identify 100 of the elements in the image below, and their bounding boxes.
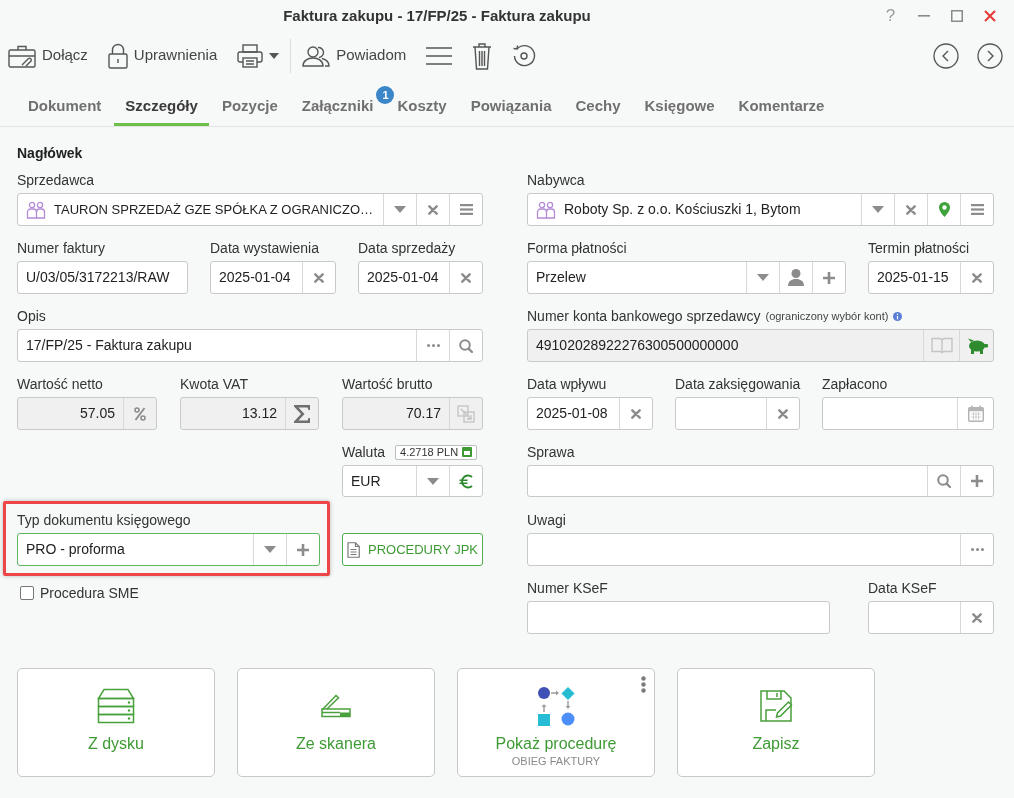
flowchart-icon [537,686,575,726]
chevron-left-icon [933,42,959,69]
paid-date-label: Zapłacono [822,375,889,394]
plus-icon [297,543,309,556]
previous-button[interactable] [933,42,959,69]
more-icon [970,548,984,551]
receipt-date-field[interactable]: 2025-01-08 [527,397,653,430]
payment-due-label: Termin płatności [868,239,971,258]
gross-value-label: Wartość brutto [342,375,434,394]
paid-date-field[interactable] [822,397,994,430]
notify-button[interactable]: Powiadom [302,44,407,67]
sigma-icon [294,404,310,423]
maximize-icon [950,10,963,22]
issue-date-field[interactable]: 2025-01-04 [210,261,336,294]
printer-icon [237,43,264,68]
people-icon [536,200,556,219]
people-icon [302,44,331,67]
map-pin-icon [938,202,950,217]
checkbox[interactable] [20,586,34,600]
seller-label: Sprzedawca [17,171,96,190]
tab[interactable]: Powiązania [459,90,563,126]
clear-icon [314,272,324,283]
people-icon [26,200,46,219]
trash-icon [472,41,493,70]
buyer-field[interactable]: Roboty Sp. z o.o. Kościuszki 1, Bytom [527,193,994,226]
caret-icon [872,206,884,213]
net-value-label: Wartość netto [17,375,104,394]
bank-account-note: (ograniczony wybór kont) [765,309,889,324]
caret-icon [269,52,280,59]
menu-button[interactable] [426,46,453,65]
sale-date-field[interactable]: 2025-01-04 [358,261,483,294]
section-title: Nagłówek [17,144,84,163]
tab[interactable]: Szczegóły [114,90,209,126]
clear-icon [428,204,438,215]
clear-icon [906,204,916,215]
jpk-procedures-button[interactable]: PROCEDURY JPK [342,533,483,566]
ksef-date-label: Data KSeF [868,579,938,598]
scanner-icon [321,694,351,718]
sale-date-label: Data sprzedaży [358,239,457,258]
drive-stack-icon [97,688,135,724]
caret-icon [427,477,439,485]
tab[interactable]: Cechy [564,90,632,126]
caret-icon [264,546,276,553]
ksef-date-field[interactable] [868,601,994,634]
buyer-label: Nabywca [527,171,586,190]
lock-icon [107,42,128,69]
show-procedure-button[interactable]: Pokaż procedurę OBIEG FAKTURY [457,668,655,777]
bank-account-label: Numer konta bankowego sprzedawcy [527,307,761,326]
description-field[interactable]: 17/FP/25 - Faktura zakupu [17,329,483,362]
clear-icon [972,272,982,283]
restore-button[interactable] [512,43,537,68]
info-icon [893,311,903,321]
permissions-button[interactable]: Uprawnienia [107,42,218,69]
payment-method-field[interactable]: Przelew [527,261,846,294]
ksef-number-label: Numer KSeF [527,579,609,598]
posting-date-field[interactable] [675,397,800,430]
search-icon [937,474,951,488]
clear-icon [778,408,788,419]
euro-icon [459,473,473,489]
issue-date-label: Data wystawienia [210,239,320,258]
currency-label: Waluta [342,443,386,462]
seller-field[interactable]: TAURON SPRZEDAŻ GZE SPÓŁKA Z OGRANICZO… [17,193,483,226]
notes-label: Uwagi [527,511,567,530]
delete-button[interactable] [472,41,493,70]
squares-arrow-icon [457,404,475,423]
tab[interactable]: Księgowe [633,90,726,126]
scanner-button[interactable]: Ze skanera [237,668,435,777]
menu-icon [426,46,453,65]
currency-field[interactable]: EUR [342,465,483,497]
minimize-icon [917,15,930,17]
save-button[interactable]: Zapisz [677,668,875,777]
attach-button[interactable]: Dołącz [8,43,88,68]
count-badge: 1 [376,86,395,104]
exchange-rate-button[interactable]: 4.2718 PLN [395,444,478,460]
next-button[interactable] [977,42,1003,69]
percent-icon [134,406,146,421]
invoice-number-field[interactable]: U/03/05/3172213/RAW [17,261,188,294]
circular-arrow-icon [512,43,537,68]
book-icon [930,337,953,354]
floppy-pencil-icon [759,689,793,723]
menu-icon [459,204,473,215]
tab[interactable]: Dokument [17,90,113,126]
calendar-icon [462,447,473,457]
search-icon [459,338,473,353]
chevron-right-icon [977,42,1003,69]
notes-field[interactable] [527,533,994,566]
tab[interactable]: Pozycje [210,90,289,126]
case-label: Sprawa [527,443,576,462]
invoice-number-label: Numer faktury [17,239,106,258]
payment-due-field[interactable]: 2025-01-15 [868,261,994,294]
checkbox-label[interactable]: Procedura SME [40,582,139,604]
person-icon [788,269,804,286]
print-button[interactable] [237,43,280,68]
case-field[interactable] [527,465,994,497]
plus-icon [971,475,983,487]
ksef-number-field[interactable] [527,601,830,634]
clear-icon [972,612,982,623]
from-disk-button[interactable]: Z dysku [17,668,215,777]
tab[interactable]: Komentarze [727,90,836,126]
document-type-field[interactable]: PRO - proforma [17,533,320,566]
